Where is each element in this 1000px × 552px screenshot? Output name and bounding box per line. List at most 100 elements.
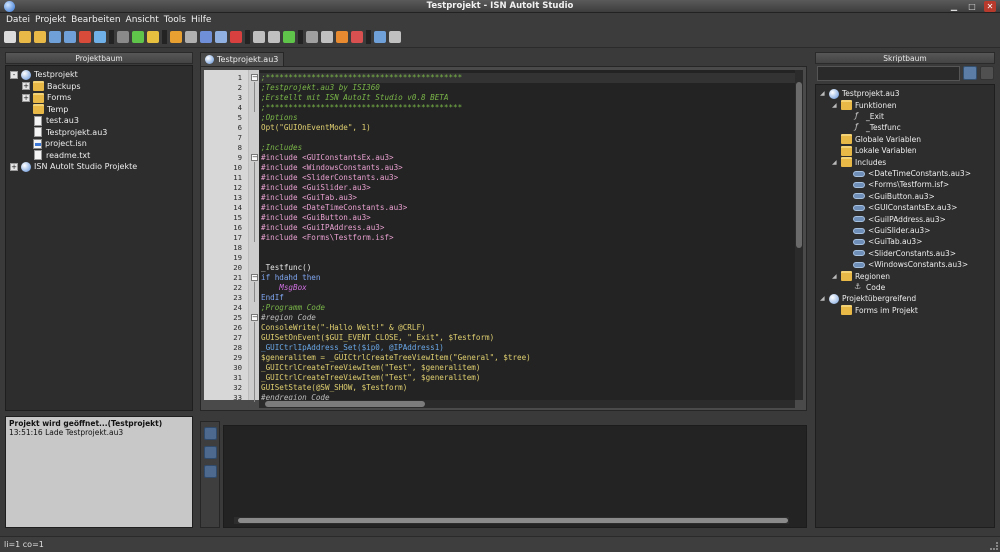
script-tree-item[interactable]: <Forms\Testform.isf> (844, 179, 949, 191)
undo-icon[interactable] (204, 427, 217, 440)
vertical-scrollbar[interactable] (795, 70, 803, 400)
pen-icon[interactable] (351, 31, 363, 43)
script-tree-item[interactable]: <WindowsConstants.au3> (844, 259, 968, 271)
script-tree-item[interactable]: Code (844, 282, 885, 294)
script-tree-item[interactable]: Globale Variablen (832, 134, 921, 146)
expand-triangle-icon[interactable]: ◢ (832, 273, 839, 280)
maximize-button[interactable]: □ (966, 1, 978, 12)
settings-icon[interactable] (980, 66, 994, 80)
script-tree-item-label: <WindowsConstants.au3> (868, 260, 969, 270)
open-folder-icon[interactable] (19, 31, 31, 43)
fold-collapse-icon[interactable]: − (251, 274, 258, 281)
tree-item[interactable]: test.au3 (6, 115, 192, 127)
new-window-icon[interactable] (215, 31, 227, 43)
line-number: 19 (233, 253, 242, 262)
script-tree-item[interactable]: Lokale Variablen (832, 145, 917, 157)
script-tree-item[interactable]: <GUIConstantsEx.au3> (844, 202, 957, 214)
run-icon[interactable] (132, 31, 144, 43)
save-icon[interactable] (49, 31, 61, 43)
line-number: 3 (237, 93, 242, 102)
copy-icon[interactable] (204, 465, 217, 478)
fold-collapse-icon[interactable]: − (251, 154, 258, 161)
script-tree-item[interactable]: _Testfunc (844, 122, 901, 134)
expand-icon[interactable]: + (22, 93, 30, 102)
tools-icon[interactable] (185, 31, 197, 43)
script-tree-item[interactable]: ◢ Testprojekt.au3 (820, 88, 900, 100)
tree-item-label: Temp (47, 104, 69, 114)
console-scroll-thumb[interactable] (238, 518, 788, 523)
save-as-icon[interactable] (200, 31, 212, 43)
code-line: #include <DateTimeConstants.au3> (261, 203, 408, 212)
menu-tools[interactable]: Tools (164, 13, 186, 27)
close-button[interactable]: ✕ (984, 1, 996, 12)
menu-hilfe[interactable]: Hilfe (191, 13, 211, 27)
console-horizontal-scrollbar[interactable] (234, 517, 789, 524)
refresh-icon[interactable] (117, 31, 129, 43)
bug-icon[interactable] (336, 31, 348, 43)
code-text-area[interactable]: ;***************************************… (259, 70, 795, 400)
web-icon[interactable] (94, 31, 106, 43)
undo-icon[interactable] (253, 31, 265, 43)
tree-item[interactable]: project.isn (6, 138, 192, 150)
script-tree-item[interactable]: <GuiButton.au3> (844, 191, 935, 203)
settings-icon[interactable] (306, 31, 318, 43)
tree-item[interactable]: readme.txt (6, 150, 192, 162)
script-tree-search-input[interactable] (817, 66, 960, 81)
script-tree-item[interactable]: <GuiTab.au3> (844, 236, 922, 248)
collapse-icon[interactable]: - (10, 70, 18, 79)
menu-projekt[interactable]: Projekt (35, 13, 66, 27)
redo-icon[interactable] (204, 446, 217, 459)
window-title: Testprojekt - ISN AutoIt Studio (426, 1, 574, 11)
horizontal-scroll-thumb[interactable] (265, 401, 425, 407)
minimize-button[interactable]: ▁ (948, 1, 960, 12)
output-console[interactable] (223, 425, 807, 528)
expand-triangle-icon[interactable]: ◢ (820, 90, 827, 97)
script-tree-item[interactable]: <DateTimeConstants.au3> (844, 168, 971, 180)
fold-collapse-icon[interactable]: − (251, 74, 258, 81)
menu-bearbeiten[interactable]: Bearbeiten (71, 13, 120, 27)
script-tree-item-label: Projektübergreifend (842, 294, 917, 304)
script-tree-item[interactable]: Forms im Projekt (832, 305, 918, 317)
script-tree-item[interactable]: <SliderConstants.au3> (844, 248, 956, 260)
resize-grip-icon[interactable] (990, 542, 998, 550)
vertical-scroll-thumb[interactable] (796, 82, 802, 248)
horizontal-scrollbar[interactable] (259, 400, 795, 408)
script-tree-item[interactable]: ◢ Projektübergreifend (820, 293, 916, 305)
record-icon[interactable] (230, 31, 242, 43)
fold-collapse-icon[interactable]: − (251, 314, 258, 321)
expand-icon[interactable]: + (10, 162, 18, 171)
tree-item[interactable]: Temp (6, 104, 192, 116)
redo-icon[interactable] (268, 31, 280, 43)
expand-triangle-icon[interactable]: ◢ (820, 295, 827, 302)
tree-item[interactable]: - Testprojekt (6, 69, 192, 81)
more-icon[interactable] (389, 31, 401, 43)
expand-triangle-icon[interactable]: ◢ (832, 102, 839, 109)
close-icon[interactable] (79, 31, 91, 43)
fold-margin: − − − − (248, 70, 259, 402)
script-tree-item[interactable]: ◢ Funktionen (832, 99, 897, 111)
search-icon[interactable] (321, 31, 333, 43)
tree-item-label: project.isn (45, 139, 87, 149)
tree-item[interactable]: + ISN AutoIt Studio Projekte (6, 161, 192, 173)
script-tree-item[interactable]: _Exit (844, 111, 884, 123)
picker-icon[interactable] (374, 31, 386, 43)
open-project-icon[interactable] (34, 31, 46, 43)
tree-item[interactable]: + Backups (6, 81, 192, 93)
save-all-icon[interactable] (64, 31, 76, 43)
script-tree-item[interactable]: <GuiIPAddress.au3> (844, 213, 946, 225)
expand-icon[interactable]: + (22, 82, 30, 91)
tab-testprojekt-au3[interactable]: Testprojekt.au3 (200, 52, 284, 66)
new-file-icon[interactable] (4, 31, 16, 43)
script-tree-item[interactable]: ◢ Includes (832, 156, 886, 168)
menu-datei[interactable]: Datei (6, 13, 30, 27)
compile-icon[interactable] (170, 31, 182, 43)
tree-item[interactable]: + Forms (6, 92, 192, 104)
favorite-icon[interactable] (147, 31, 159, 43)
sync-icon[interactable] (283, 31, 295, 43)
menu-ansicht[interactable]: Ansicht (126, 13, 159, 27)
refresh-icon[interactable] (963, 66, 977, 80)
script-tree-item[interactable]: ◢ Regionen (832, 270, 890, 282)
expand-triangle-icon[interactable]: ◢ (832, 159, 839, 166)
tree-item[interactable]: Testprojekt.au3 (6, 127, 192, 139)
script-tree-item[interactable]: <GuiSlider.au3> (844, 225, 930, 237)
